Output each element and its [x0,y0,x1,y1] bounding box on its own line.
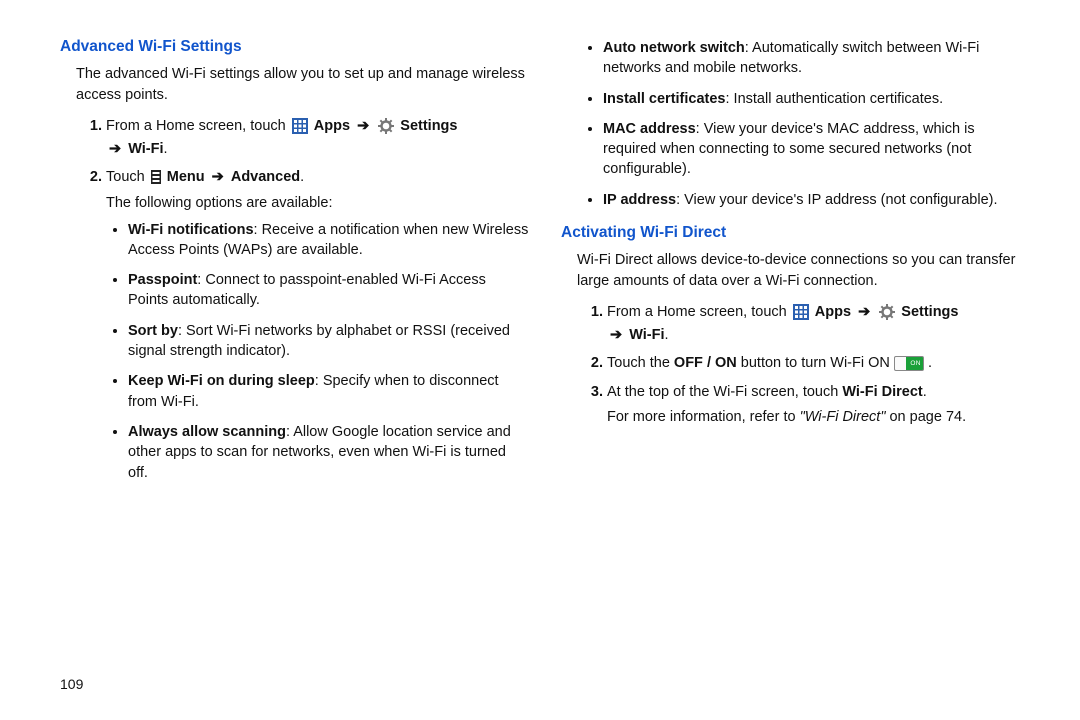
intro-advanced: The advanced Wi-Fi settings allow you to… [76,64,529,105]
opt-sort-by: Sort by: Sort Wi-Fi networks by alphabet… [128,321,529,362]
opt-passpoint: Passpoint: Connect to passpoint-enabled … [128,270,529,311]
settings-icon [378,118,394,134]
step-2: Touch Menu ➔ Advanced. The following opt… [106,166,529,483]
arrow-icon: ➔ [855,304,873,320]
heading-wifi-direct: Activating Wi-Fi Direct [561,224,1030,242]
on-toggle-icon [894,356,924,371]
heading-advanced-wifi: Advanced Wi-Fi Settings [60,38,529,56]
steps-advanced: From a Home screen, touch Apps ➔ Setting… [78,115,529,483]
opt-auto-network-switch: Auto network switch: Automatically switc… [603,38,1030,79]
step1-settings: Settings [400,118,457,134]
apps-icon [793,304,809,320]
opt-ip-address: IP address: View your device's IP addres… [603,190,1030,210]
step1-wifi: Wi-Fi [128,141,163,157]
arrow-icon: ➔ [354,118,372,134]
step-1: From a Home screen, touch Apps ➔ Setting… [106,115,529,160]
left-column: Advanced Wi-Fi Settings The advanced Wi-… [60,38,529,666]
advanced-options: Wi-Fi notifications: Receive a notificat… [102,220,529,483]
right-column: Auto network switch: Automatically switc… [561,38,1030,666]
opt-wifi-notifications: Wi-Fi notifications: Receive a notificat… [128,220,529,261]
opt-allow-scanning: Always allow scanning: Allow Google loca… [128,422,529,483]
opt-mac-address: MAC address: View your device's MAC addr… [603,119,1030,180]
steps-wifi-direct: From a Home screen, touch Apps ➔ Setting… [579,301,1030,428]
arrow-icon: ➔ [607,327,625,343]
wd-step-1: From a Home screen, touch Apps ➔ Setting… [607,301,1030,346]
apps-icon [292,118,308,134]
opt-keep-wifi-on: Keep Wi-Fi on during sleep: Specify when… [128,371,529,412]
arrow-icon: ➔ [106,141,124,157]
step1-pre: From a Home screen, touch [106,118,290,134]
intro-wifi-direct: Wi-Fi Direct allows device-to-device con… [577,250,1030,291]
advanced-options-cont: Auto network switch: Automatically switc… [577,38,1030,210]
wd-step3-more: For more information, refer to "Wi-Fi Di… [607,407,1030,428]
menu-icon [151,170,161,184]
step2-menu: Menu [167,169,205,185]
step1-apps: Apps [314,118,350,134]
settings-icon [879,304,895,320]
page-number: 109 [60,666,1030,692]
wd-step-3: At the top of the Wi-Fi screen, touch Wi… [607,381,1030,428]
arrow-icon: ➔ [209,169,227,185]
opt-install-certificates: Install certificates: Install authentica… [603,89,1030,109]
step2-pre: Touch [106,169,149,185]
wd-step-2: Touch the OFF / ON button to turn Wi-Fi … [607,352,1030,374]
step2-advanced: Advanced [231,169,300,185]
step2-tail: The following options are available: [106,193,529,214]
